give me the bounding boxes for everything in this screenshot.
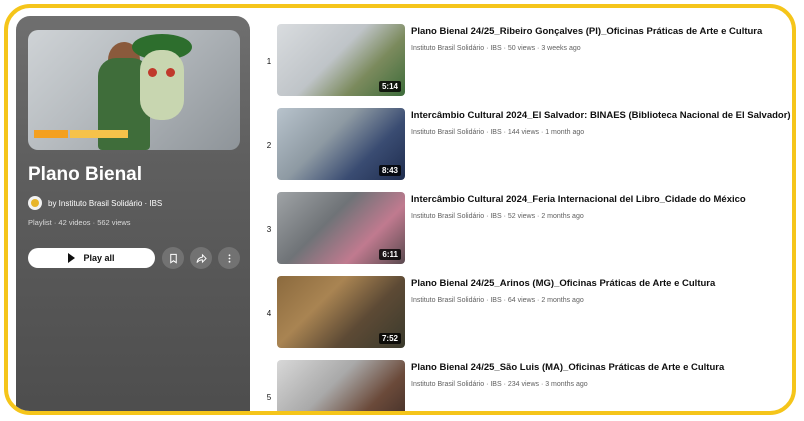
video-duration: 5:14 [378,81,401,92]
video-index: 1 [266,57,272,66]
video-thumbnail[interactable]: 5:14 [277,24,405,96]
video-meta[interactable]: Instituto Brasil Solidário · IBS · 234 v… [411,381,588,388]
video-thumbnail[interactable]: 7:52 [277,276,405,348]
share-icon [195,253,207,263]
video-meta[interactable]: Instituto Brasil Solidário · IBS · 64 vi… [411,297,584,304]
video-index: 4 [266,309,272,318]
playlist-owner-label[interactable]: by Instituto Brasil Solidário · IBS [48,199,162,208]
video-meta[interactable]: Instituto Brasil Solidário · IBS · 50 vi… [411,45,581,52]
more-options-button[interactable] [218,247,240,269]
video-meta[interactable]: Instituto Brasil Solidário · IBS · 144 v… [411,129,584,136]
video-thumbnail[interactable]: 8:43 [277,108,405,180]
playlist-frame: Plano Bienal by Instituto Brasil Solidár… [4,4,796,415]
video-index: 2 [266,141,272,150]
video-index: 3 [266,225,272,234]
playlist-header-panel: Plano Bienal by Instituto Brasil Solidár… [16,16,250,411]
video-duration: 7:52 [378,333,401,344]
channel-avatar[interactable] [28,196,42,210]
bookmark-icon [169,253,177,264]
play-icon [68,253,76,263]
more-vertical-icon [228,253,230,263]
playlist-video-item[interactable]: 4 7:52 Plano Bienal 24/25_Arinos (MG)_Of… [254,276,792,354]
playlist-cover-thumbnail[interactable] [28,30,240,150]
playlist-owner[interactable]: by Instituto Brasil Solidário · IBS [28,196,162,210]
save-playlist-button[interactable] [162,247,184,269]
video-meta[interactable]: Instituto Brasil Solidário · IBS · 52 vi… [411,213,584,220]
playlist-video-item[interactable]: 3 6:11 Intercâmbio Cultural 2024_Feria I… [254,192,792,270]
video-title[interactable]: Plano Bienal 24/25_Ribeiro Gonçalves (PI… [411,26,792,37]
playlist-video-item[interactable]: 1 5:14 Plano Bienal 24/25_Ribeiro Gonçal… [254,24,792,102]
video-title[interactable]: Intercâmbio Cultural 2024_Feria Internac… [411,194,792,205]
video-title[interactable]: Plano Bienal 24/25_São Luis (MA)_Oficina… [411,362,792,373]
playlist-video-item[interactable]: 5 Plano Bienal 24/25_São Luis (MA)_Ofici… [254,360,792,411]
playlist-meta: Playlist · 42 videos · 562 views [28,218,131,227]
video-index: 5 [266,393,272,402]
video-title[interactable]: Plano Bienal 24/25_Arinos (MG)_Oficinas … [411,278,792,289]
play-all-label: Play all [83,253,115,263]
share-button[interactable] [190,247,212,269]
playlist-video-item[interactable]: 2 8:43 Intercâmbio Cultural 2024_El Salv… [254,108,792,186]
video-title[interactable]: Intercâmbio Cultural 2024_El Salvador: B… [411,110,792,121]
video-thumbnail[interactable]: 6:11 [277,192,405,264]
video-duration: 6:11 [379,249,401,260]
video-thumbnail[interactable] [277,360,405,411]
video-duration: 8:43 [378,165,401,176]
play-all-button[interactable]: Play all [28,248,155,268]
playlist-title: Plano Bienal [28,164,143,185]
